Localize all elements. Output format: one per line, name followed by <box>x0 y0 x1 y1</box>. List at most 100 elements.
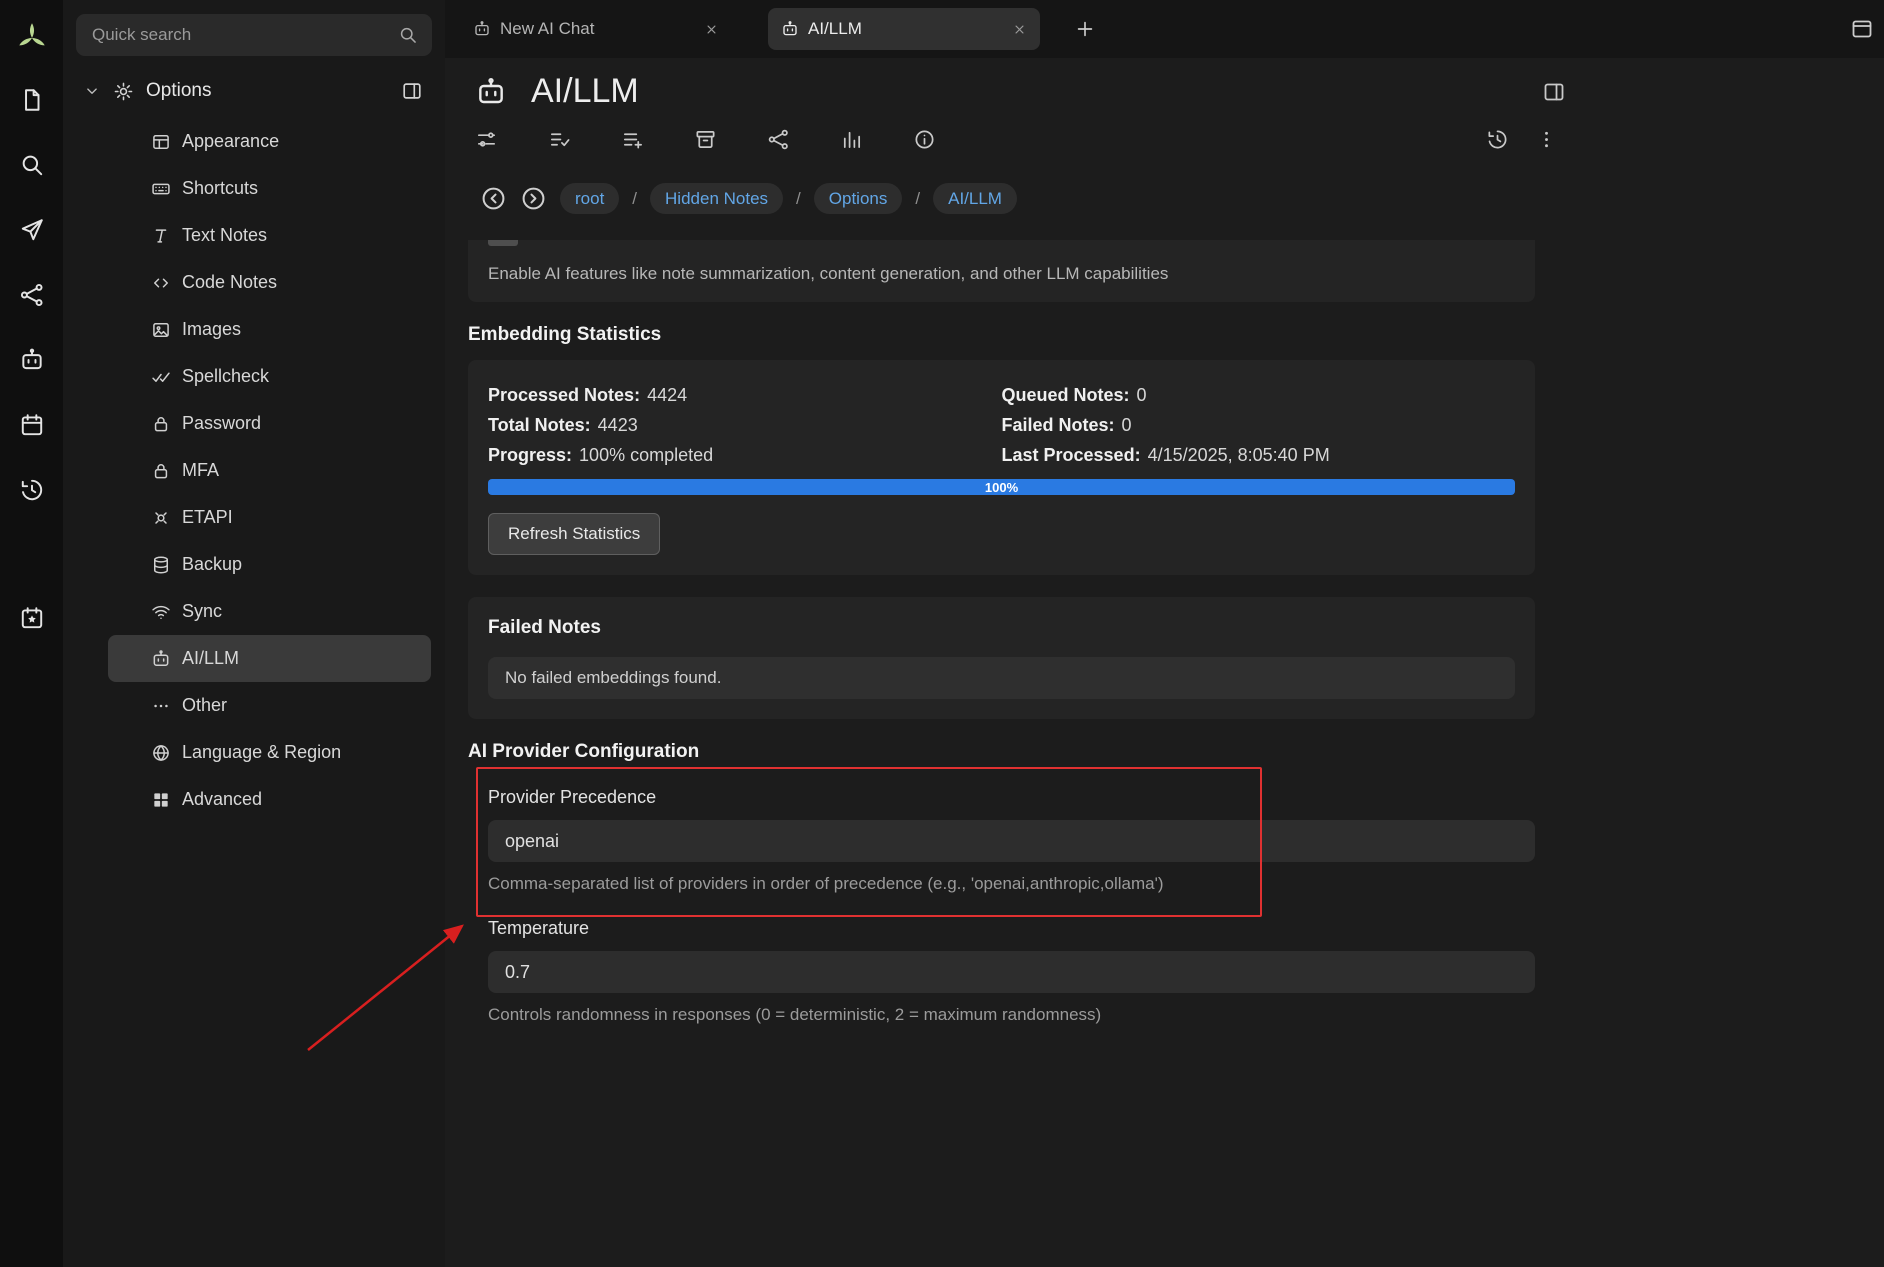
note-title[interactable]: AI/LLM <box>531 72 1518 111</box>
tab-ai-llm[interactable]: AI/LLM <box>768 8 1040 50</box>
note-revisions-icon[interactable] <box>1486 128 1509 151</box>
etapi-icon <box>151 508 171 528</box>
temperature-input[interactable] <box>488 951 1535 993</box>
launcher-calendar-icon[interactable] <box>19 412 45 438</box>
stat-label: Failed Notes: <box>1002 415 1115 435</box>
sidebar-item-shortcuts[interactable]: Shortcuts <box>108 165 431 212</box>
tree-item-label: Code Notes <box>182 272 277 293</box>
stat-label: Total Notes: <box>488 415 591 435</box>
database-icon <box>151 555 171 575</box>
lock-icon <box>151 414 171 434</box>
text-icon <box>151 226 171 246</box>
note-type-icon[interactable] <box>475 76 507 108</box>
breadcrumb-root[interactable]: root <box>560 183 619 214</box>
nav-back-icon[interactable] <box>480 185 507 212</box>
provider-precedence-input[interactable] <box>488 820 1535 862</box>
sidebar-item-etapi[interactable]: ETAPI <box>108 494 431 541</box>
tree-item-label: Appearance <box>182 131 279 152</box>
globe-icon <box>151 743 171 763</box>
keyboard-icon <box>151 179 171 199</box>
stat-value: 4424 <box>647 385 687 405</box>
stat-line: Last Processed: 4/15/2025, 8:05:40 PM <box>1002 440 1516 470</box>
breadcrumb-options[interactable]: Options <box>814 183 903 214</box>
sidebar-item-text-notes[interactable]: Text Notes <box>108 212 431 259</box>
stat-label: Queued Notes: <box>1002 385 1130 405</box>
stat-value: 4423 <box>598 415 638 435</box>
options-root-label[interactable]: Options <box>146 80 389 102</box>
sidebar-item-sync[interactable]: Sync <box>108 588 431 635</box>
refresh-statistics-button[interactable]: Refresh Statistics <box>488 513 660 555</box>
search-icon[interactable] <box>398 25 418 45</box>
sidebar-item-other[interactable]: Other <box>108 682 431 729</box>
failed-notes-heading: Failed Notes <box>488 617 1515 639</box>
tab-close-icon[interactable] <box>1012 22 1027 37</box>
sidebar-item-ai-llm[interactable]: AI/LLM <box>108 635 431 682</box>
breadcrumb-separator: / <box>796 189 801 209</box>
ai-provider-configuration-heading: AI Provider Configuration <box>468 741 1535 763</box>
dots-icon <box>151 696 171 716</box>
chevron-down-icon[interactable] <box>83 82 101 100</box>
quick-search[interactable] <box>76 14 432 56</box>
options-panel-icon[interactable] <box>401 80 423 102</box>
tree-item-label: Backup <box>182 554 242 575</box>
breadcrumb-ai-llm[interactable]: AI/LLM <box>933 183 1017 214</box>
spellcheck-icon <box>151 367 171 387</box>
gear-icon <box>113 81 134 102</box>
launcher-notes-icon[interactable] <box>19 87 45 113</box>
launcher-recent-changes-icon[interactable] <box>19 477 45 503</box>
owned-attributes-icon[interactable] <box>548 128 571 151</box>
tree-item-label: Text Notes <box>182 225 267 246</box>
sidebar-item-appearance[interactable]: Appearance <box>108 118 431 165</box>
tree-item-label: Sync <box>182 601 222 622</box>
book-properties-icon[interactable] <box>694 128 717 151</box>
robot-icon <box>151 649 171 669</box>
sidebar-item-spellcheck[interactable]: Spellcheck <box>108 353 431 400</box>
stats-left-column: Processed Notes:4424 Total Notes:4423 Pr… <box>488 380 1002 470</box>
quick-search-input[interactable] <box>90 24 398 46</box>
note-actions-menu-icon[interactable] <box>1535 128 1558 151</box>
sidebar-item-password[interactable]: Password <box>108 400 431 447</box>
sidebar-item-code-notes[interactable]: Code Notes <box>108 259 431 306</box>
window-layout-icon[interactable] <box>1850 17 1874 41</box>
launcher-ai-chat-icon[interactable] <box>19 347 45 373</box>
basic-properties-icon[interactable] <box>475 128 498 151</box>
lock-icon <box>151 461 171 481</box>
stat-label: Progress: <box>488 445 572 465</box>
sidebar-item-images[interactable]: Images <box>108 306 431 353</box>
wifi-icon <box>151 602 171 622</box>
tree-item-label: Password <box>182 413 261 434</box>
launcher-jump-icon[interactable] <box>19 217 45 243</box>
new-tab-button[interactable] <box>1074 18 1096 40</box>
options-tree-root[interactable]: Options <box>63 68 445 114</box>
robot-icon <box>781 20 799 38</box>
tab-label: AI/LLM <box>808 19 1003 39</box>
sidebar-item-language-region[interactable]: Language & Region <box>108 729 431 776</box>
temperature-help: Controls randomness in responses (0 = de… <box>488 1005 1535 1025</box>
temperature-field: Temperature Controls randomness in respo… <box>488 918 1535 1025</box>
note-info-stats-icon[interactable] <box>840 128 863 151</box>
note-paths-icon[interactable] <box>767 128 790 151</box>
launcher-note-map-icon[interactable] <box>19 282 45 308</box>
right-pane-toggle-icon[interactable] <box>1542 80 1566 104</box>
tab-close-icon[interactable] <box>704 22 719 37</box>
breadcrumb-hidden-notes[interactable]: Hidden Notes <box>650 183 783 214</box>
stat-line: Failed Notes:0 <box>1002 410 1516 440</box>
embedding-progress-bar: 100% <box>488 479 1515 495</box>
inherited-attributes-icon[interactable] <box>621 128 644 151</box>
tab-new-ai-chat[interactable]: New AI Chat <box>460 8 732 50</box>
sidebar-item-advanced[interactable]: Advanced <box>108 776 431 823</box>
launcher-bookmarks-icon[interactable] <box>19 605 45 631</box>
launcher-bar <box>0 0 63 1267</box>
launcher-search-icon[interactable] <box>19 152 45 178</box>
tab-label: New AI Chat <box>500 19 695 39</box>
stat-label: Last Processed: <box>1002 445 1141 465</box>
embedding-statistics-card: Processed Notes:4424 Total Notes:4423 Pr… <box>468 360 1535 575</box>
sidebar-item-backup[interactable]: Backup <box>108 541 431 588</box>
stat-value: 4/15/2025, 8:05:40 PM <box>1148 445 1330 465</box>
tree-item-label: Spellcheck <box>182 366 269 387</box>
trilium-logo-icon[interactable] <box>14 20 50 56</box>
stat-value: 100% completed <box>579 445 713 465</box>
nav-forward-icon[interactable] <box>520 185 547 212</box>
sidebar-item-mfa[interactable]: MFA <box>108 447 431 494</box>
note-info-icon[interactable] <box>913 128 936 151</box>
